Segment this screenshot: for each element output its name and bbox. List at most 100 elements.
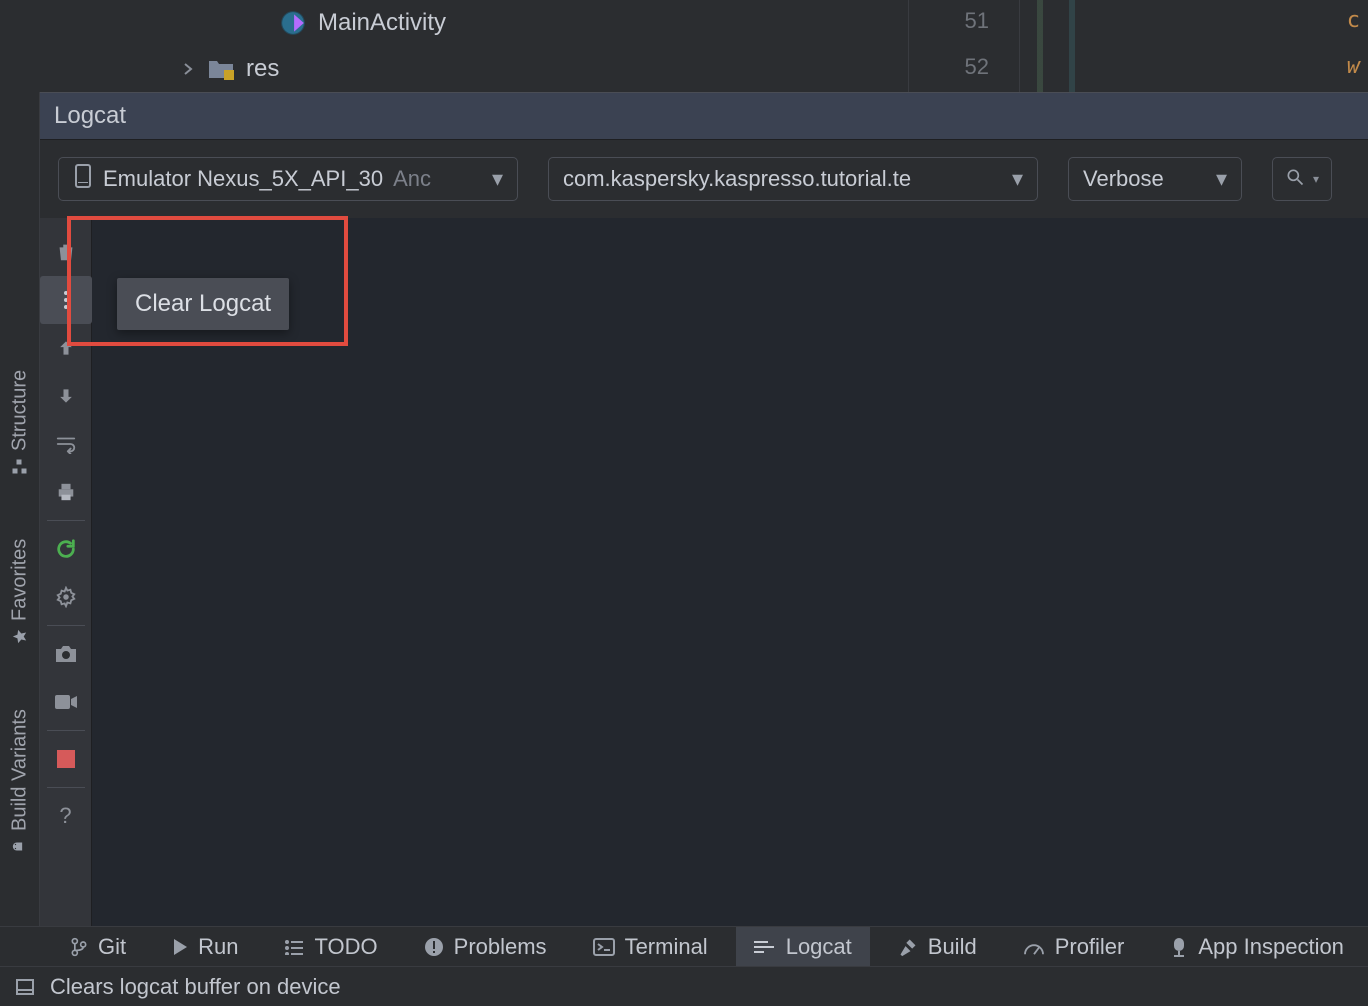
tab-terminal[interactable]: Terminal: [575, 927, 726, 967]
device-name: Emulator Nexus_5X_API_30: [103, 166, 383, 192]
chevron-down-icon: ▾: [1313, 172, 1319, 186]
editor-gutter: 51 52 c w: [908, 0, 1368, 92]
tab-build[interactable]: Build: [880, 927, 995, 967]
gauge-icon: [1023, 938, 1045, 956]
arrow-down-icon: [56, 386, 76, 406]
down-button[interactable]: [40, 372, 92, 420]
scroll-to-end-button[interactable]: [40, 276, 92, 324]
separator: [47, 520, 85, 521]
soft-wrap-button[interactable]: [40, 420, 92, 468]
gear-icon: [55, 586, 77, 608]
log-level-value: Verbose: [1083, 166, 1164, 192]
tool-windows-icon[interactable]: [10, 979, 40, 995]
tooltip-text: Clear Logcat: [135, 290, 271, 318]
tab-label: Profiler: [1055, 934, 1125, 960]
inspect-icon: [1170, 937, 1188, 957]
more-vert-icon: [62, 290, 70, 310]
tool-window-label: Favorites: [9, 539, 32, 621]
tool-window-tab-structure[interactable]: Structure: [0, 352, 40, 492]
print-button[interactable]: [40, 468, 92, 516]
tab-problems[interactable]: Problems: [406, 927, 565, 967]
android-icon: [12, 835, 28, 858]
branch-icon: [70, 937, 88, 957]
trash-icon: [55, 241, 77, 263]
tool-window-label: Build Variants: [9, 709, 32, 831]
log-level-selector[interactable]: Verbose ▾: [1068, 157, 1242, 201]
status-text: Clears logcat buffer on device: [50, 974, 341, 1000]
tool-window-tab-build-variants[interactable]: Build Variants: [0, 692, 40, 872]
device-selector[interactable]: Emulator Nexus_5X_API_30 Anc ▾: [58, 157, 518, 201]
chevron-down-icon: ▾: [1012, 166, 1023, 192]
play-icon: [172, 938, 188, 956]
tree-item-label: res: [246, 55, 279, 83]
process-name: com.kaspersky.kaspresso.tutorial.te: [563, 166, 911, 192]
device-icon: [73, 164, 93, 194]
logcat-body: ? Clear Logcat: [40, 218, 1368, 926]
clear-logcat-button[interactable]: [40, 228, 92, 276]
video-icon: [54, 693, 78, 711]
arrow-up-icon: [56, 338, 76, 358]
logcat-icon: [754, 939, 776, 955]
tab-run[interactable]: Run: [154, 927, 256, 967]
device-suffix: Anc: [393, 166, 431, 192]
bottom-tool-tabs: Git Run TODO Problems Terminal Logcat: [0, 926, 1368, 966]
restart-button[interactable]: [40, 525, 92, 573]
tab-git[interactable]: Git: [52, 927, 144, 967]
tab-label: Logcat: [786, 934, 852, 960]
hammer-icon: [898, 937, 918, 957]
tab-label: Run: [198, 934, 238, 960]
log-output-area[interactable]: Clear Logcat: [92, 218, 1368, 926]
screenshot-button[interactable]: [40, 630, 92, 678]
line-number: 52: [929, 54, 989, 80]
process-selector[interactable]: com.kaspersky.kaspresso.tutorial.te ▾: [548, 157, 1038, 201]
tab-todo[interactable]: TODO: [266, 927, 395, 967]
logcat-side-toolbar: ?: [40, 218, 92, 926]
tab-logcat[interactable]: Logcat: [736, 927, 870, 967]
star-icon: [12, 626, 28, 649]
resources-folder-icon: [208, 58, 234, 80]
wrap-icon: [55, 434, 77, 454]
chevron-right-icon[interactable]: [180, 61, 196, 77]
help-button[interactable]: ?: [40, 792, 92, 840]
settings-button[interactable]: [40, 573, 92, 621]
restart-icon: [55, 538, 77, 560]
code-fragment: c: [1347, 8, 1360, 33]
tooltip-clear-logcat: Clear Logcat: [117, 278, 289, 330]
tab-app-inspection[interactable]: App Inspection: [1152, 927, 1362, 967]
tab-label: Problems: [454, 934, 547, 960]
tab-profiler[interactable]: Profiler: [1005, 927, 1143, 967]
code-fragment: w: [1347, 54, 1360, 79]
separator: [47, 730, 85, 731]
panel-title-text: Logcat: [54, 102, 126, 130]
tool-window-tab-favorites[interactable]: Favorites: [0, 522, 40, 662]
status-bar: Clears logcat buffer on device: [0, 966, 1368, 1006]
terminal-icon: [593, 938, 615, 956]
terminate-button[interactable]: [40, 735, 92, 783]
print-icon: [55, 482, 77, 502]
tab-label: Git: [98, 934, 126, 960]
separator: [47, 787, 85, 788]
highlight-annotation: [67, 216, 348, 346]
line-number: 51: [929, 8, 989, 34]
kotlin-file-icon: [280, 10, 306, 36]
logcat-panel-title[interactable]: Logcat: [40, 92, 1368, 140]
record-screen-button[interactable]: [40, 678, 92, 726]
up-button[interactable]: [40, 324, 92, 372]
chevron-down-icon: ▾: [1216, 166, 1227, 192]
tab-label: App Inspection: [1198, 934, 1344, 960]
error-icon: [424, 937, 444, 957]
camera-icon: [54, 644, 78, 664]
separator: [47, 625, 85, 626]
tree-item-label: MainActivity: [318, 9, 446, 37]
logcat-toolbar: Emulator Nexus_5X_API_30 Anc ▾ com.kaspe…: [40, 140, 1368, 218]
chevron-down-icon: ▾: [492, 166, 503, 192]
tab-label: TODO: [314, 934, 377, 960]
structure-icon: [12, 455, 28, 478]
tab-label: Terminal: [625, 934, 708, 960]
search-icon: [1285, 167, 1305, 192]
help-icon: ?: [59, 803, 71, 829]
tab-label: Build: [928, 934, 977, 960]
tool-window-label: Structure: [9, 369, 32, 450]
logcat-search-input[interactable]: ▾: [1272, 157, 1332, 201]
list-icon: [284, 939, 304, 955]
